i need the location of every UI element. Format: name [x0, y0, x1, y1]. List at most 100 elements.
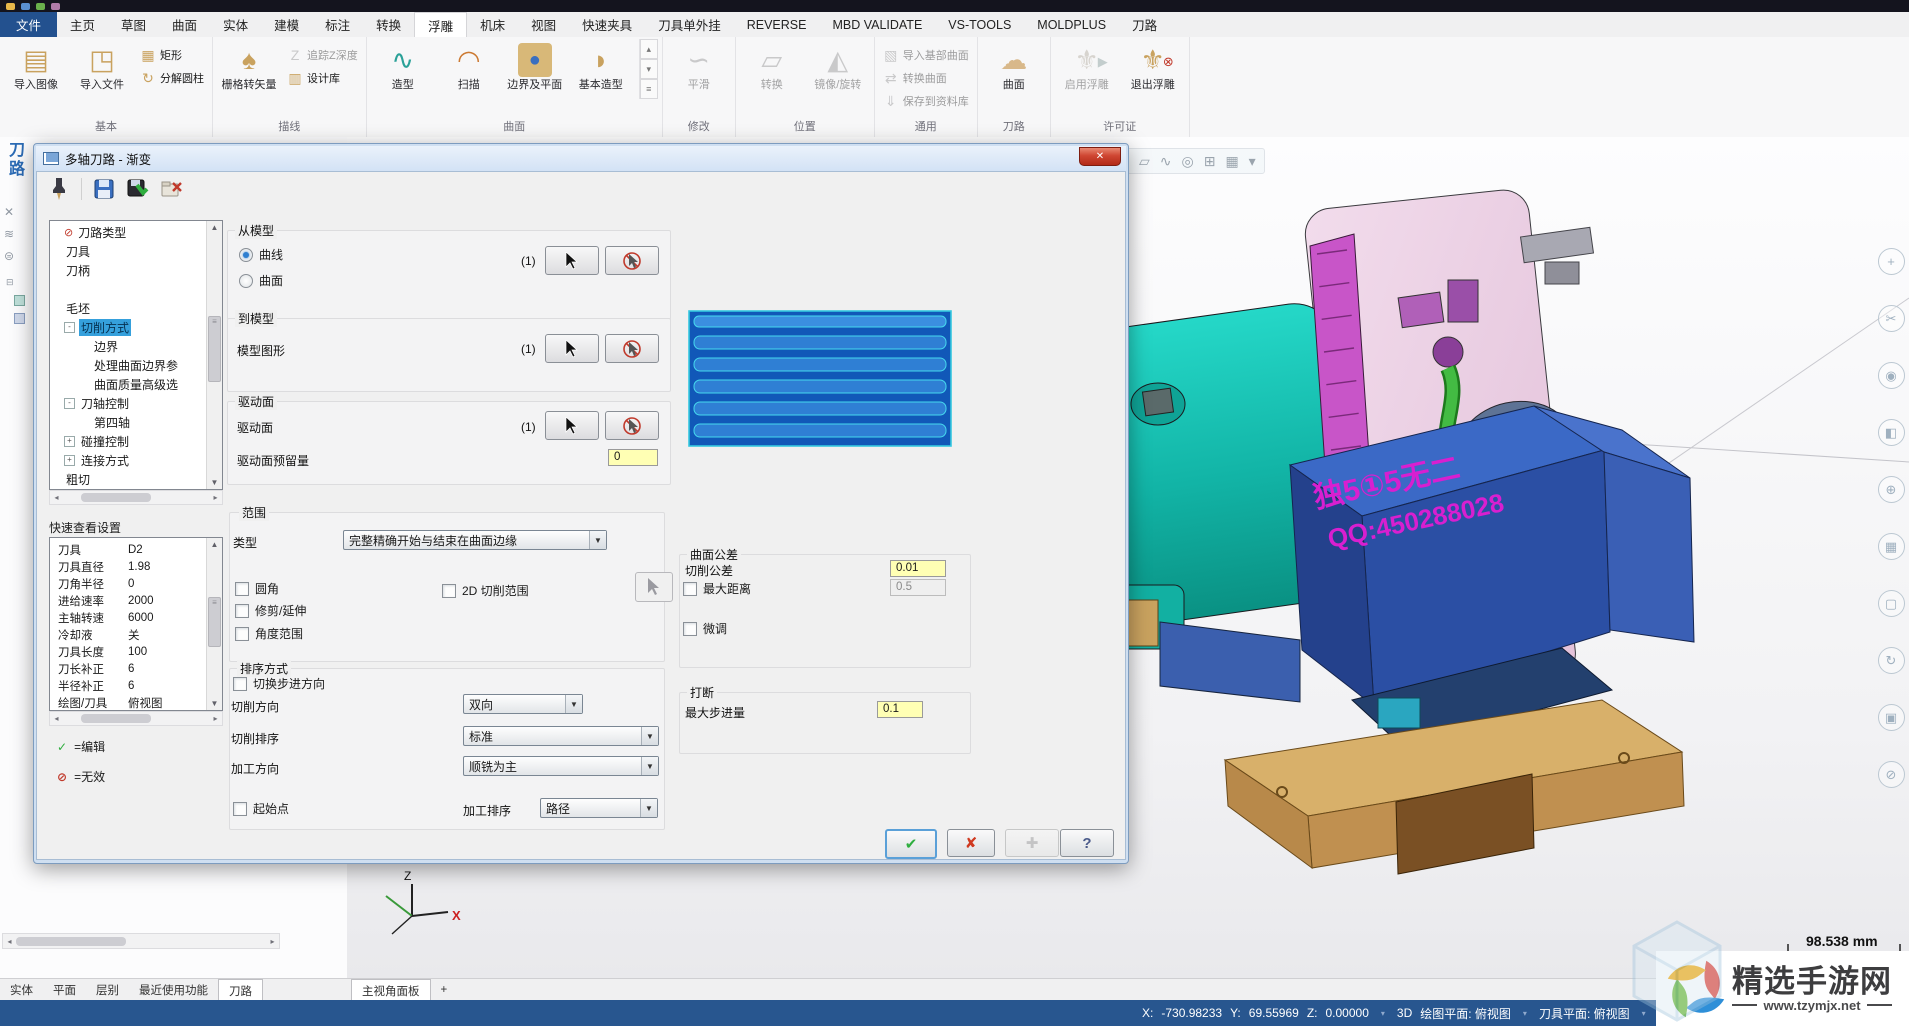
grid-plane-icon[interactable]: ▦: [1878, 533, 1905, 560]
menu-tab-快速夹具[interactable]: 快速夹具: [569, 12, 645, 37]
menu-tab-转换[interactable]: 转换: [363, 12, 414, 37]
scroll-up-icon[interactable]: ▲: [211, 538, 219, 551]
cancel-button[interactable]: ✘: [947, 829, 995, 857]
tree-node-icon[interactable]: [14, 313, 25, 324]
scissors-icon[interactable]: ✂: [1878, 305, 1905, 332]
save-icon[interactable]: [92, 177, 116, 201]
bottom-tab-主视角面板[interactable]: 主视角面板: [351, 979, 431, 1001]
tree-item-曲面质量高级选[interactable]: 曲面质量高级选: [52, 375, 207, 394]
cut-direction-dropdown[interactable]: 双向▼: [463, 694, 583, 714]
bottom-tab-最近使用功能[interactable]: 最近使用功能: [129, 979, 218, 1001]
cut-tolerance-field[interactable]: 0.01: [890, 560, 946, 577]
deselect-button[interactable]: [605, 246, 659, 275]
zoom-fit-icon[interactable]: ⊞: [1204, 153, 1216, 170]
menu-tab-REVERSE[interactable]: REVERSE: [734, 12, 820, 37]
tree-item-连接方式[interactable]: +连接方式: [52, 451, 207, 470]
deselect-button[interactable]: [605, 334, 659, 363]
ribbon-button-矩形[interactable]: ▦矩形: [136, 45, 208, 65]
section-icon[interactable]: ◧: [1878, 419, 1905, 446]
tree-item-碰撞控制[interactable]: +碰撞控制: [52, 432, 207, 451]
wave-icon[interactable]: ≋: [4, 227, 14, 241]
rotate-view-icon[interactable]: ↻: [1878, 647, 1905, 674]
add-pane-tab-button[interactable]: +: [431, 979, 458, 1001]
menu-tab-曲面[interactable]: 曲面: [159, 12, 210, 37]
status-z-label[interactable]: Z:: [1307, 1006, 1318, 1020]
ribbon-button-退出浮雕[interactable]: ⚜⊗退出浮雕: [1121, 39, 1185, 91]
tree-item-粗切[interactable]: 粗切: [52, 470, 207, 489]
menu-tab-刀具单外挂[interactable]: 刀具单外挂: [645, 12, 734, 37]
ribbon-button-设计库[interactable]: ▥设计库: [283, 68, 362, 88]
status-x-value[interactable]: -730.98233: [1161, 1006, 1222, 1020]
menu-tab-草图[interactable]: 草图: [108, 12, 159, 37]
ribbon-button-曲面[interactable]: ☁曲面: [982, 39, 1046, 91]
menu-tab-浮雕[interactable]: 浮雕: [414, 12, 467, 37]
ok-button[interactable]: ✔: [885, 829, 937, 859]
menu-tab-刀路[interactable]: 刀路: [1119, 12, 1170, 37]
menu-tab-视图[interactable]: 视图: [518, 12, 569, 37]
machining-order-dropdown[interactable]: 路径▼: [540, 798, 658, 818]
fine-tune-checkbox[interactable]: 微调: [683, 620, 727, 637]
redo-icon[interactable]: [51, 3, 60, 10]
plus-icon[interactable]: +: [1878, 248, 1905, 275]
tree-item-边界[interactable]: 边界: [52, 337, 207, 356]
scroll-down-icon[interactable]: ▼: [211, 697, 219, 710]
status-mode[interactable]: 3D: [1397, 1006, 1412, 1020]
ribbon-button-导入文件[interactable]: ◳导入文件: [70, 39, 134, 91]
cut-order-dropdown[interactable]: 标准▼: [463, 726, 659, 746]
menu-tab-建模[interactable]: 建模: [261, 12, 312, 37]
ribbon-button-栅格转矢量[interactable]: ♠栅格转矢量: [217, 39, 281, 91]
menu-tab-MBD VALIDATE[interactable]: MBD VALIDATE: [819, 12, 935, 37]
grid-icon[interactable]: ▦: [1225, 153, 1238, 170]
max-distance-field[interactable]: 0.5: [890, 579, 946, 596]
tree-collapse-icon[interactable]: ⊟: [6, 277, 14, 288]
bottom-tab-层别[interactable]: 层别: [86, 979, 129, 1001]
deselect-button[interactable]: [605, 411, 659, 440]
menu-tab-主页[interactable]: 主页: [57, 12, 108, 37]
curve-select-icon[interactable]: ∿: [1160, 153, 1172, 170]
menu-tab-VS-TOOLS[interactable]: VS-TOOLS: [935, 12, 1024, 37]
save-accept-icon[interactable]: [126, 177, 150, 201]
table-vscrollbar[interactable]: ▲ ≡ ▼: [206, 538, 222, 710]
select-button[interactable]: [545, 334, 599, 363]
status-z-value[interactable]: 0.00000: [1326, 1006, 1369, 1020]
scroll-right-icon[interactable]: ▸: [209, 493, 222, 502]
crosshair-icon[interactable]: ⊕: [1878, 476, 1905, 503]
angle-range-checkbox[interactable]: 角度范围: [235, 625, 303, 642]
dropdown-icon[interactable]: ▾: [1249, 153, 1256, 170]
start-point-checkbox[interactable]: 起始点: [233, 800, 289, 817]
max-step-field[interactable]: 0.1: [877, 701, 923, 718]
ribbon-button-扫描[interactable]: ◠扫描: [437, 39, 501, 91]
bottom-tab-实体[interactable]: 实体: [0, 979, 43, 1001]
drive-allowance-field[interactable]: 0: [608, 449, 658, 466]
surface-radio[interactable]: 曲面: [239, 272, 283, 289]
tree-item-刀轴控制[interactable]: -刀轴控制: [52, 394, 207, 413]
menu-tab-标注[interactable]: 标注: [312, 12, 363, 37]
status-x-label[interactable]: X:: [1142, 1006, 1153, 1020]
tree-item-刀柄[interactable]: 刀柄: [52, 261, 207, 280]
select-button[interactable]: [545, 246, 599, 275]
scroll-thumb[interactable]: [16, 937, 126, 946]
app-menu-icon[interactable]: [6, 3, 15, 10]
bottom-tab-刀路[interactable]: 刀路: [218, 979, 263, 1001]
scroll-left-icon[interactable]: ◂: [50, 493, 63, 502]
polygon-select-icon[interactable]: ▱: [1139, 153, 1150, 170]
panel-hscrollbar[interactable]: ◂ ▸: [2, 933, 280, 949]
menu-tab-机床[interactable]: 机床: [467, 12, 518, 37]
help-button[interactable]: ?: [1060, 829, 1114, 857]
fillet-checkbox[interactable]: 圆角: [235, 580, 279, 597]
select-button[interactable]: [545, 411, 599, 440]
scroll-down-icon[interactable]: ▼: [211, 476, 219, 489]
range-type-dropdown[interactable]: 完整精确开始与结束在曲面边缘▼: [343, 530, 607, 550]
ribbon-button-边界及平面[interactable]: ●边界及平面: [503, 39, 567, 91]
menu-tab-MOLDPLUS[interactable]: MOLDPLUS: [1024, 12, 1119, 37]
scroll-thumb[interactable]: ≡: [208, 316, 221, 382]
scroll-right-icon[interactable]: ▸: [209, 714, 222, 723]
ribbon-button-造型[interactable]: ∿造型: [371, 39, 435, 91]
switch-step-checkbox[interactable]: 切换步进方向: [233, 675, 325, 692]
ribbon-button-导入图像[interactable]: ▤导入图像: [4, 39, 68, 91]
menu-tab-实体[interactable]: 实体: [210, 12, 261, 37]
status-tplane[interactable]: 刀具平面: 俯视图: [1539, 1005, 1630, 1022]
tree-item-blank[interactable]: [52, 280, 207, 299]
status-cplane[interactable]: 绘图平面: 俯视图: [1420, 1005, 1511, 1022]
delete-operation-icon[interactable]: [160, 177, 184, 201]
